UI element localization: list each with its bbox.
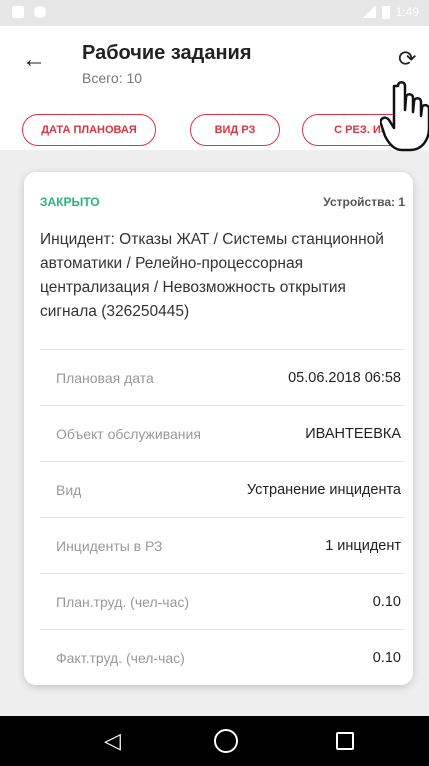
detail-value: 1 инцидент [325, 537, 401, 554]
detail-row-object: Объект обслуживания ИВАНТЕЕВКА [40, 405, 405, 461]
app-bar: ← Рабочие задания Всего: 10 ⟳ ДАТА ПЛАНО… [0, 26, 429, 150]
page-subtitle: Всего: 10 [82, 70, 143, 86]
nav-back-icon[interactable]: ◁ [104, 728, 121, 754]
system-icons: 1:49 [361, 5, 419, 19]
back-arrow-icon[interactable]: ← [22, 48, 46, 72]
battery-icon [381, 5, 390, 19]
notification-icon [12, 6, 24, 18]
detail-value: 0.10 [372, 649, 401, 666]
system-nav-bar: ◁ [0, 716, 429, 766]
detail-label: Вид [56, 481, 82, 498]
detail-row-incidents: Инциденты в РЗ 1 инцидент [40, 517, 405, 573]
refresh-icon[interactable]: ⟳ [398, 48, 416, 70]
filter-chip-plan-date[interactable]: ДАТА ПЛАНОВАЯ [22, 114, 156, 146]
detail-row-plan-date: Плановая дата 05.06.2018 06:58 [40, 349, 405, 405]
incident-description: Инцидент: Отказы ЖАТ / Системы станционн… [40, 231, 384, 320]
detail-row-plan-labor: План.труд. (чел-час) 0.10 [40, 573, 405, 629]
task-card[interactable]: ЗАКРЫТО Устройства: 1 Инцидент: Отказы Ж… [24, 172, 413, 685]
page-title: Рабочие задания [82, 42, 252, 64]
detail-label: Инциденты в РЗ [56, 537, 163, 554]
detail-label: Факт.труд. (чел-час) [56, 649, 185, 666]
devices-count: Устройства: 1 [323, 195, 405, 209]
detail-value: Устранение инцидента [246, 481, 401, 498]
notification-icon [34, 6, 46, 18]
detail-label: Плановая дата [56, 369, 154, 386]
detail-value: 05.06.2018 06:58 [288, 369, 401, 386]
detail-label: План.труд. (чел-час) [56, 593, 190, 610]
filter-chip-task-type[interactable]: ВИД РЗ [190, 114, 280, 146]
detail-row-fact-labor: Факт.труд. (чел-час) 0.10 [40, 629, 405, 685]
clock: 1:49 [395, 5, 419, 19]
status-badge: ЗАКРЫТО [40, 195, 100, 209]
detail-row-type: Вид Устранение инцидента [40, 461, 405, 517]
notification-icons [12, 6, 46, 18]
nav-recents-icon[interactable] [336, 732, 354, 750]
signal-icon [361, 6, 376, 18]
status-bar: 1:49 [0, 0, 429, 26]
detail-value: 0.10 [372, 593, 401, 610]
detail-label: Объект обслуживания [56, 425, 201, 442]
nav-home-icon[interactable] [214, 729, 238, 753]
task-details: Плановая дата 05.06.2018 06:58 Объект об… [40, 349, 405, 685]
pointer-hand-icon [380, 81, 429, 152]
filter-chips: ДАТА ПЛАНОВАЯ ВИД РЗ С РЕЗ. ИЗМ [0, 114, 429, 148]
detail-value: ИВАНТЕЕВКА [305, 425, 401, 442]
